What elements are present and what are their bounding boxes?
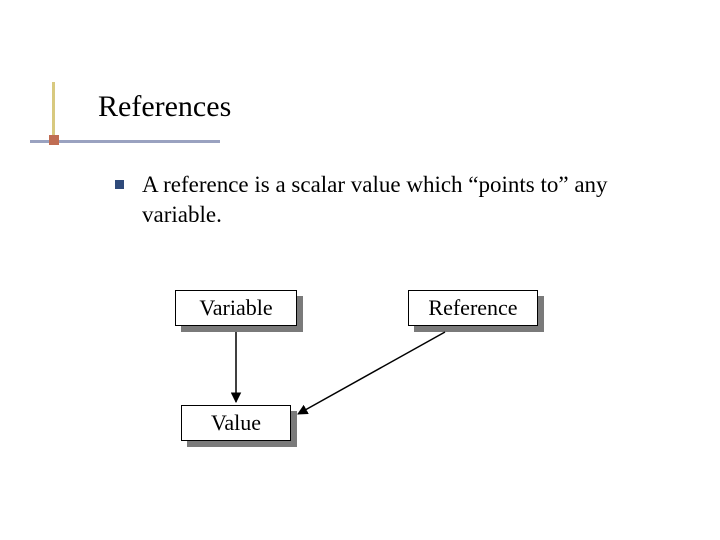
bullet-square-icon <box>115 180 124 189</box>
box-value-label: Value <box>181 405 291 441</box>
box-reference-label: Reference <box>408 290 538 326</box>
bullet-item: A reference is a scalar value which “poi… <box>115 170 670 230</box>
box-value: Value <box>181 405 291 441</box>
box-variable-label: Variable <box>175 290 297 326</box>
box-reference: Reference <box>408 290 538 326</box>
box-variable: Variable <box>175 290 297 326</box>
bullet-text: A reference is a scalar value which “poi… <box>142 170 670 230</box>
arrows <box>0 0 720 540</box>
slide: References A reference is a scalar value… <box>0 0 720 540</box>
slide-title: References <box>98 90 231 124</box>
arrow-reference-to-value <box>298 332 445 414</box>
